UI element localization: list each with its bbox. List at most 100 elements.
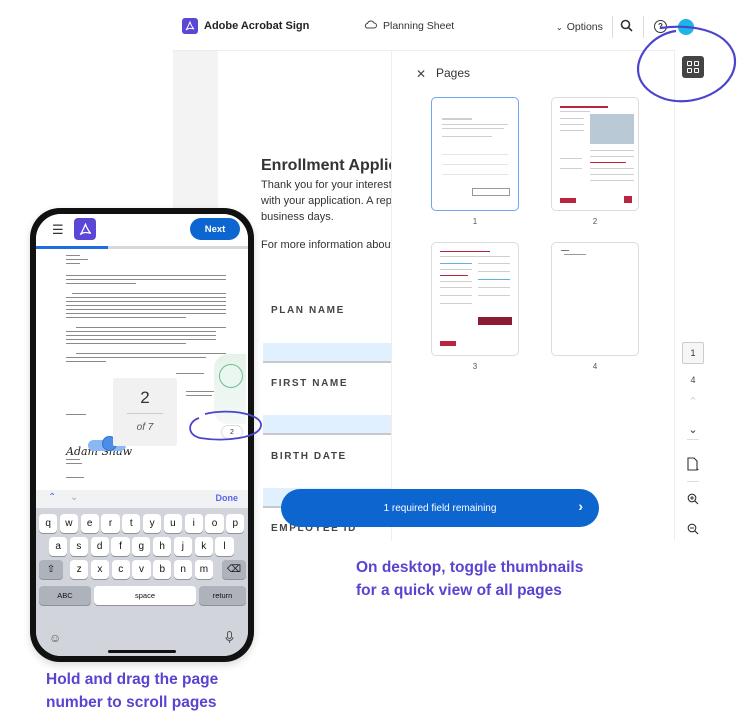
key-c[interactable]: c (111, 560, 130, 579)
emoji-icon[interactable]: ☺ (49, 631, 61, 645)
pages-panel-title: Pages (436, 66, 471, 80)
chevron-down-icon: ⌄ (556, 22, 563, 32)
key-n[interactable]: n (174, 560, 193, 579)
close-icon[interactable]: ✕ (416, 67, 426, 81)
shift-key[interactable]: ⇧ (39, 560, 63, 579)
field-label-plan-name: PLAN NAME (271, 305, 345, 316)
intro-line: business days. (261, 211, 334, 223)
next-button[interactable]: Next (190, 218, 240, 240)
key-z[interactable]: z (70, 560, 89, 579)
required-fields-label: 1 required field remaining (383, 502, 497, 514)
key-i[interactable]: i (184, 514, 203, 533)
cloud-icon (364, 20, 377, 32)
divider (643, 16, 644, 38)
key-x[interactable]: x (90, 560, 109, 579)
key-k[interactable]: k (194, 537, 213, 556)
home-indicator (108, 650, 176, 653)
right-rail: 1 4 ⌃ ⌄ (674, 51, 710, 541)
thumbnail-number: 4 (592, 362, 598, 371)
document-title-text: Planning Sheet (383, 20, 455, 32)
pages-panel: ✕ Pages 1 2 3 4 (392, 51, 674, 541)
key-t[interactable]: t (122, 514, 141, 533)
key-v[interactable]: v (132, 560, 151, 579)
keyboard-toolbar: ⌃ ⌄ Done (36, 490, 248, 508)
thumbnail-number: 1 (472, 217, 478, 226)
intro-line: with your application. A repr (261, 195, 392, 207)
caption-line: Hold and drag the page (46, 671, 219, 688)
return-key[interactable]: return (199, 586, 246, 605)
key-a[interactable]: a (49, 537, 68, 556)
intro-line: Thank you for your interest i (261, 179, 392, 191)
more-info-text: For more information about Pl (261, 239, 392, 251)
caption-line: for a quick view of all pages (356, 582, 562, 599)
scrubber-page-number: 2 (140, 388, 150, 407)
help-icon[interactable]: ? (654, 20, 667, 33)
thumbnail-number: 3 (472, 362, 478, 371)
abc-key[interactable]: ABC (39, 586, 91, 605)
key-j[interactable]: j (173, 537, 192, 556)
divider (612, 16, 613, 38)
search-button[interactable] (620, 19, 633, 37)
brand-name: Adobe Acrobat Sign (204, 20, 310, 32)
current-page-input[interactable]: 1 (682, 342, 704, 364)
thumbnails-grid-icon[interactable] (682, 56, 704, 78)
required-fields-button[interactable]: 1 required field remaining › (281, 489, 599, 527)
chevron-down-icon[interactable]: ⌄ (70, 492, 78, 503)
key-d[interactable]: d (90, 537, 109, 556)
key-o[interactable]: o (205, 514, 224, 533)
key-u[interactable]: u (163, 514, 182, 533)
avatar[interactable] (678, 19, 694, 35)
space-key[interactable]: space (94, 586, 196, 605)
thumbnail-number: 2 (592, 217, 598, 226)
chevron-down-icon[interactable]: ⌄ (682, 423, 704, 436)
key-y[interactable]: y (143, 514, 162, 533)
document-heading: Enrollment Applica (261, 157, 392, 174)
hamburger-menu-icon[interactable]: ☰ (52, 222, 64, 238)
divider (127, 413, 163, 414)
field-label-birth-date: BIRTH DATE (271, 451, 347, 462)
chevron-up-icon[interactable]: ⌃ (682, 395, 704, 408)
done-button[interactable]: Done (216, 493, 239, 503)
key-e[interactable]: e (80, 514, 99, 533)
caption-line: number to scroll pages (46, 694, 217, 711)
page-view-icon[interactable] (682, 457, 704, 474)
key-p[interactable]: p (226, 514, 245, 533)
key-s[interactable]: s (69, 537, 88, 556)
options-menu[interactable]: ⌄ Options (556, 21, 603, 33)
zoom-out-icon[interactable] (682, 523, 704, 538)
backspace-key[interactable]: ⌫ (222, 560, 246, 579)
page-thumbnail[interactable] (551, 242, 639, 356)
key-g[interactable]: g (132, 537, 151, 556)
phone-mockup: ☰ Next Adam Shaw 2 of 7 2 ⌃ ⌄ Done q w e… (30, 208, 254, 662)
desktop-caption: On desktop, toggle thumbnails for a quic… (356, 556, 583, 602)
key-w[interactable]: w (59, 514, 78, 533)
key-q[interactable]: q (39, 514, 58, 533)
brand[interactable]: Adobe Acrobat Sign (182, 18, 309, 34)
microphone-icon[interactable] (225, 631, 234, 647)
keyboard: ⌃ ⌄ Done qwertyuiopasdfghjklzxcvbnm ⇧ ⌫ … (36, 490, 248, 656)
key-m[interactable]: m (194, 560, 213, 579)
key-b[interactable]: b (153, 560, 172, 579)
zoom-in-icon[interactable] (682, 493, 704, 508)
page-number-handle[interactable]: 2 (221, 425, 243, 439)
chevron-up-icon[interactable]: ⌃ (48, 492, 56, 503)
phone-screen: ☰ Next Adam Shaw 2 of 7 2 ⌃ ⌄ Done q w e… (36, 214, 248, 656)
field-label-first-name: FIRST NAME (271, 378, 349, 389)
plan-name-field[interactable] (263, 343, 391, 363)
acrobat-logo-icon (182, 18, 198, 34)
key-f[interactable]: f (111, 537, 130, 556)
first-name-field[interactable] (263, 415, 391, 435)
chevron-right-icon: › (578, 498, 583, 514)
key-r[interactable]: r (101, 514, 120, 533)
page-thumbnail[interactable] (551, 97, 639, 211)
divider (687, 439, 699, 440)
key-l[interactable]: l (215, 537, 234, 556)
page-thumbnail[interactable] (431, 242, 519, 356)
search-icon (620, 19, 633, 32)
mobile-caption: Hold and drag the page number to scroll … (46, 668, 218, 714)
caption-line: On desktop, toggle thumbnails (356, 559, 584, 576)
key-h[interactable]: h (153, 537, 172, 556)
document-title[interactable]: Planning Sheet (364, 20, 454, 32)
drag-touch-indicator[interactable] (219, 364, 243, 388)
page-thumbnail[interactable] (431, 97, 519, 211)
